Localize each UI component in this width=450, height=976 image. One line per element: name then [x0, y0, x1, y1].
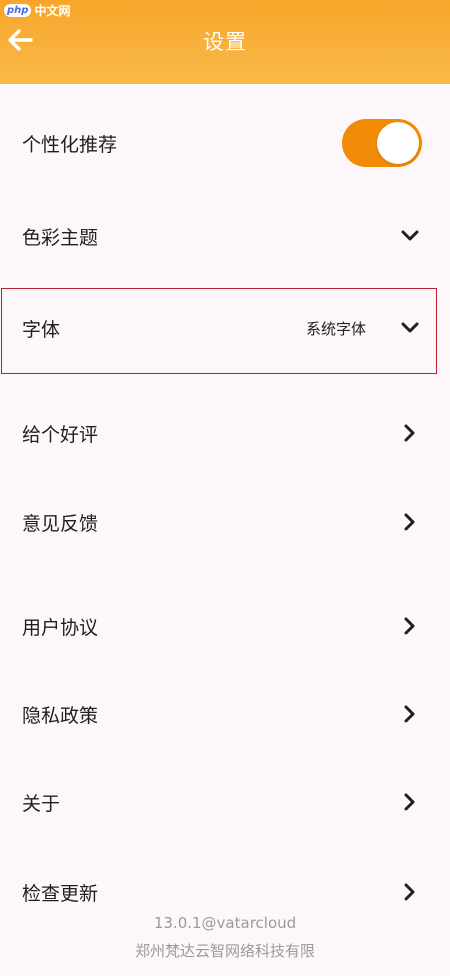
setting-privacy-label: 隐私政策: [22, 704, 99, 727]
setting-font-value: 系统字体: [305, 319, 366, 338]
setting-font-label: 字体: [22, 318, 61, 341]
setting-color-theme-label: 色彩主题: [22, 226, 99, 249]
setting-feedback[interactable]: 意见反馈: [0, 492, 450, 552]
chevron-down-icon: [400, 318, 420, 338]
setting-update[interactable]: 检查更新: [0, 862, 450, 922]
setting-agreement-label: 用户协议: [22, 616, 99, 639]
setting-about-label: 关于: [22, 792, 61, 815]
footer-version: 13.0.1@vatarcloud: [153, 914, 297, 932]
setting-about[interactable]: 关于: [0, 772, 450, 832]
watermark-badge: php: [4, 4, 32, 17]
chevron-right-icon: [400, 704, 420, 724]
personalized-toggle[interactable]: [342, 119, 422, 167]
chevron-right-icon: [400, 512, 420, 532]
setting-update-label: 检查更新: [22, 882, 99, 905]
chevron-down-icon: [400, 226, 420, 246]
site-watermark: php 中文网: [4, 2, 70, 19]
setting-agreement[interactable]: 用户协议: [0, 596, 450, 656]
chevron-right-icon: [400, 882, 420, 902]
chevron-right-icon: [400, 423, 420, 443]
app-header: php 中文网 设置: [0, 0, 450, 84]
setting-rate-label: 给个好评: [22, 423, 99, 446]
setting-rate[interactable]: 给个好评: [0, 403, 450, 463]
setting-personalized-label: 个性化推荐: [22, 133, 118, 156]
setting-personalized: 个性化推荐: [0, 113, 450, 173]
toggle-knob: [377, 122, 419, 164]
watermark-text: 中文网: [34, 4, 71, 18]
footer-company: 郑州梵达云智网络科技有限: [134, 942, 315, 960]
setting-font[interactable]: 字体 系统字体: [0, 298, 450, 358]
setting-privacy[interactable]: 隐私政策: [0, 684, 450, 744]
chevron-right-icon: [400, 792, 420, 812]
setting-feedback-label: 意见反馈: [22, 512, 99, 535]
page-title: 设置: [203, 30, 247, 54]
chevron-right-icon: [400, 616, 420, 636]
setting-color-theme[interactable]: 色彩主题: [0, 206, 450, 266]
